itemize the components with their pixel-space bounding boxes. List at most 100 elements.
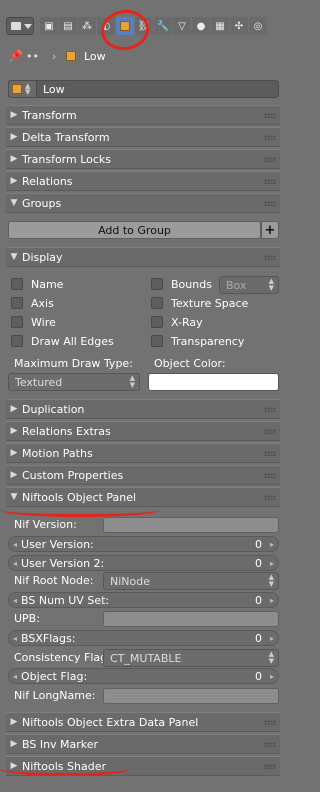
- field-label: BS Num UV Set:: [21, 593, 110, 607]
- scene-icon: ••: [26, 49, 39, 63]
- drag-handle-icon[interactable]: [264, 201, 276, 206]
- field-value: 0: [255, 556, 262, 570]
- checkbox-box[interactable]: [11, 335, 23, 347]
- display-bounds-checkbox[interactable]: Bounds: [151, 276, 212, 292]
- panel-groups[interactable]: ▼ Groups: [6, 193, 280, 213]
- render-layers-tab-icon[interactable]: ▤: [59, 17, 77, 35]
- texture-tab-icon[interactable]: ▦: [211, 17, 229, 35]
- checkbox-label: Wire: [31, 315, 56, 329]
- display-transparency-checkbox[interactable]: Transparency: [151, 333, 244, 349]
- panel-transform[interactable]: ▶ Transform: [6, 105, 280, 125]
- display-draw-all-edges-checkbox[interactable]: Draw All Edges: [11, 333, 114, 349]
- panel-label: Delta Transform: [22, 130, 110, 144]
- add-group-plus-button[interactable]: +: [261, 221, 279, 239]
- drag-handle-icon[interactable]: [264, 473, 276, 478]
- user-version-2-field[interactable]: ◂ User Version 2: 0 ▸: [8, 555, 279, 571]
- right-arrow-icon[interactable]: ▸: [270, 559, 274, 568]
- breadcrumb-object-name: Low: [84, 49, 106, 63]
- checkbox-box[interactable]: [151, 297, 163, 309]
- checkbox-box[interactable]: [151, 335, 163, 347]
- updown-arrows-icon: ▲ ▼: [268, 650, 274, 665]
- display-xray-checkbox[interactable]: X-Ray: [151, 314, 203, 330]
- render-tab-icon[interactable]: ▣: [40, 17, 58, 35]
- panel-label: Transform: [22, 108, 77, 122]
- panel-bs-inv-marker[interactable]: ▶ BS Inv Marker: [6, 734, 280, 754]
- right-arrow-icon[interactable]: ▸: [270, 596, 274, 605]
- object-name-input[interactable]: [37, 82, 267, 96]
- object-flag-field[interactable]: ◂ Object Flag: 0 ▸: [8, 668, 279, 684]
- consistency-flag-dropdown[interactable]: CT_MUTABLE ▲ ▼: [103, 649, 279, 667]
- add-to-group-button[interactable]: Add to Group: [8, 221, 261, 239]
- max-draw-type-dropdown[interactable]: Textured ▲ ▼: [8, 373, 140, 391]
- updown-arrows-icon: ▲ ▼: [268, 573, 274, 588]
- properties-editor-icon: [11, 22, 21, 30]
- drag-handle-icon[interactable]: [264, 764, 276, 769]
- checkbox-box[interactable]: [151, 278, 163, 290]
- physics-tab-icon[interactable]: ◎: [249, 17, 267, 35]
- drag-handle-icon[interactable]: [264, 255, 276, 260]
- object-selector[interactable]: ▲ ▼: [9, 81, 37, 97]
- field-value: 0: [255, 669, 262, 683]
- upb-input[interactable]: [103, 611, 279, 627]
- left-arrow-icon[interactable]: ◂: [13, 672, 17, 681]
- checkbox-box[interactable]: [11, 297, 23, 309]
- panel-duplication[interactable]: ▶ Duplication: [6, 399, 280, 419]
- checkbox-box[interactable]: [11, 278, 23, 290]
- material-tab-icon[interactable]: ●: [192, 17, 210, 35]
- drag-handle-icon[interactable]: [264, 742, 276, 747]
- drag-handle-icon[interactable]: [264, 157, 276, 162]
- collapsed-arrow-icon: ▶: [10, 448, 18, 458]
- object-color-swatch[interactable]: [148, 373, 279, 391]
- left-arrow-icon[interactable]: ◂: [13, 540, 17, 549]
- collapsed-arrow-icon: ▶: [10, 132, 18, 142]
- panel-niftools-extra-data[interactable]: ▶ Niftools Object Extra Data Panel: [6, 712, 280, 732]
- collapsed-arrow-icon: ▶: [10, 426, 18, 436]
- annotation-underline: [0, 762, 130, 776]
- scene-tab-icon[interactable]: ⁂: [78, 17, 96, 35]
- particles-tab-icon[interactable]: ✣: [230, 17, 248, 35]
- updown-arrows-icon: ▲ ▼: [268, 277, 274, 292]
- drag-handle-icon[interactable]: [264, 113, 276, 118]
- left-arrow-icon[interactable]: ◂: [13, 634, 17, 643]
- display-texture-space-checkbox[interactable]: Texture Space: [151, 295, 248, 311]
- display-axis-checkbox[interactable]: Axis: [11, 295, 54, 311]
- panel-relations-extras[interactable]: ▶ Relations Extras: [6, 421, 280, 441]
- drag-handle-icon[interactable]: [264, 429, 276, 434]
- object-icon: [12, 84, 22, 94]
- panel-display[interactable]: ▼ Display: [6, 247, 280, 267]
- pin-icon[interactable]: 📌: [8, 49, 26, 63]
- nif-version-input[interactable]: [103, 517, 279, 533]
- right-arrow-icon[interactable]: ▸: [270, 540, 274, 549]
- drag-handle-icon[interactable]: [264, 451, 276, 456]
- drag-handle-icon[interactable]: [264, 495, 276, 500]
- panel-custom-properties[interactable]: ▶ Custom Properties: [6, 465, 280, 485]
- left-arrow-icon[interactable]: ◂: [13, 559, 17, 568]
- drag-handle-icon[interactable]: [264, 407, 276, 412]
- bs-num-uv-set-field[interactable]: ◂ BS Num UV Set: 0 ▸: [8, 592, 279, 608]
- display-name-checkbox[interactable]: Name: [11, 276, 63, 292]
- panel-transform-locks[interactable]: ▶ Transform Locks: [6, 149, 280, 169]
- modifiers-tab-icon[interactable]: 🔧: [154, 17, 172, 35]
- checkbox-box[interactable]: [11, 316, 23, 328]
- object-icon: [66, 51, 76, 61]
- user-version-field[interactable]: ◂ User Version: 0 ▸: [8, 536, 279, 552]
- panel-motion-paths[interactable]: ▶ Motion Paths: [6, 443, 280, 463]
- left-arrow-icon[interactable]: ◂: [13, 596, 17, 605]
- bsx-flags-field[interactable]: ◂ BSXFlags: 0 ▸: [8, 630, 279, 646]
- right-arrow-icon[interactable]: ▸: [270, 672, 274, 681]
- panel-relations[interactable]: ▶ Relations: [6, 171, 280, 191]
- nif-longname-input[interactable]: [103, 688, 279, 704]
- drag-handle-icon[interactable]: [264, 135, 276, 140]
- drag-handle-icon[interactable]: [264, 179, 276, 184]
- panel-delta-transform[interactable]: ▶ Delta Transform: [6, 127, 280, 147]
- editor-type-button[interactable]: [6, 17, 34, 35]
- nif-version-label: Nif Version:: [14, 518, 77, 531]
- display-wire-checkbox[interactable]: Wire: [11, 314, 56, 330]
- checkbox-box[interactable]: [151, 316, 163, 328]
- data-tab-icon[interactable]: ▽: [173, 17, 191, 35]
- panel-label: Motion Paths: [22, 446, 93, 460]
- right-arrow-icon[interactable]: ▸: [270, 634, 274, 643]
- bounds-type-dropdown[interactable]: Box ▲ ▼: [219, 276, 279, 294]
- nif-root-node-dropdown[interactable]: NiNode ▲ ▼: [103, 572, 279, 590]
- drag-handle-icon[interactable]: [264, 720, 276, 725]
